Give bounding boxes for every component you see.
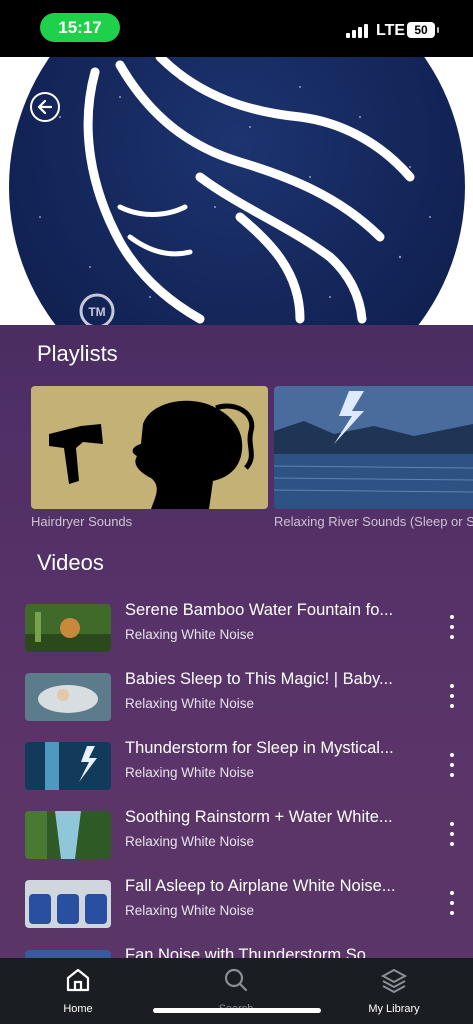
video-title: Soothing Rainstorm + Water White... bbox=[125, 808, 393, 826]
signal-icon bbox=[346, 22, 372, 38]
playlists-heading: Playlists bbox=[37, 341, 118, 366]
playlist-card-river[interactable] bbox=[274, 386, 473, 509]
video-row[interactable]: Soothing Rainstorm + Water White... Rela… bbox=[0, 804, 473, 866]
nav-library[interactable]: My Library bbox=[334, 958, 454, 1024]
status-time: 15:17 bbox=[40, 13, 120, 42]
channel-hero-image: TM bbox=[0, 57, 473, 325]
video-title: Babies Sleep to This Magic! | Baby... bbox=[125, 670, 393, 688]
channel-logo-art: TM bbox=[9, 57, 465, 325]
videos-heading: Videos bbox=[37, 550, 104, 575]
video-title: Fall Asleep to Airplane White Noise... bbox=[125, 877, 396, 895]
more-options-icon[interactable] bbox=[441, 611, 463, 645]
search-icon bbox=[224, 968, 248, 992]
more-options-icon[interactable] bbox=[441, 680, 463, 714]
video-row[interactable]: Serene Bamboo Water Fountain fo... Relax… bbox=[0, 597, 473, 659]
library-layers-icon bbox=[380, 968, 408, 994]
video-row[interactable]: Fall Asleep to Airplane White Noise... R… bbox=[0, 873, 473, 935]
video-title: Serene Bamboo Water Fountain fo... bbox=[125, 601, 394, 619]
video-channel: Relaxing White Noise bbox=[125, 627, 255, 642]
back-button[interactable] bbox=[30, 92, 60, 122]
trademark-mark: TM bbox=[88, 305, 105, 319]
more-options-icon[interactable] bbox=[441, 749, 463, 783]
playlist-label: Relaxing River Sounds (Sleep or Study) bbox=[274, 514, 473, 529]
video-channel: Relaxing White Noise bbox=[125, 765, 255, 780]
more-options-icon[interactable] bbox=[441, 818, 463, 852]
home-icon bbox=[66, 968, 90, 992]
playlist-thumbnail bbox=[31, 386, 268, 509]
network-label: LTE bbox=[376, 22, 406, 39]
video-thumbnail bbox=[25, 673, 111, 721]
playlist-label: Hairdryer Sounds bbox=[31, 514, 133, 529]
home-indicator bbox=[153, 1008, 321, 1013]
battery-icon: 50 bbox=[407, 22, 439, 38]
playlist-thumbnail bbox=[274, 386, 473, 509]
video-row[interactable]: Thunderstorm for Sleep in Mystical... Re… bbox=[0, 735, 473, 797]
video-channel: Relaxing White Noise bbox=[125, 696, 255, 711]
arrow-left-icon bbox=[37, 99, 53, 115]
video-thumbnail bbox=[25, 742, 111, 790]
nav-library-label: My Library bbox=[368, 1003, 420, 1015]
video-thumbnail bbox=[25, 811, 111, 859]
video-title: Thunderstorm for Sleep in Mystical... bbox=[125, 739, 394, 757]
status-bar: 15:17 LTE 50 bbox=[0, 0, 473, 57]
more-options-icon[interactable] bbox=[441, 887, 463, 921]
nav-search[interactable]: Search bbox=[176, 958, 296, 1024]
video-row[interactable]: Babies Sleep to This Magic! | Baby... Re… bbox=[0, 666, 473, 728]
video-channel: Relaxing White Noise bbox=[125, 834, 255, 849]
nav-home-label: Home bbox=[63, 1003, 93, 1015]
nav-home[interactable]: Home bbox=[18, 958, 138, 1024]
video-channel: Relaxing White Noise bbox=[125, 903, 255, 918]
bottom-navigation: Home Search My Library bbox=[0, 958, 473, 1024]
video-thumbnail bbox=[25, 604, 111, 652]
playlist-card-hairdryer[interactable] bbox=[31, 386, 268, 509]
video-thumbnail bbox=[25, 880, 111, 928]
